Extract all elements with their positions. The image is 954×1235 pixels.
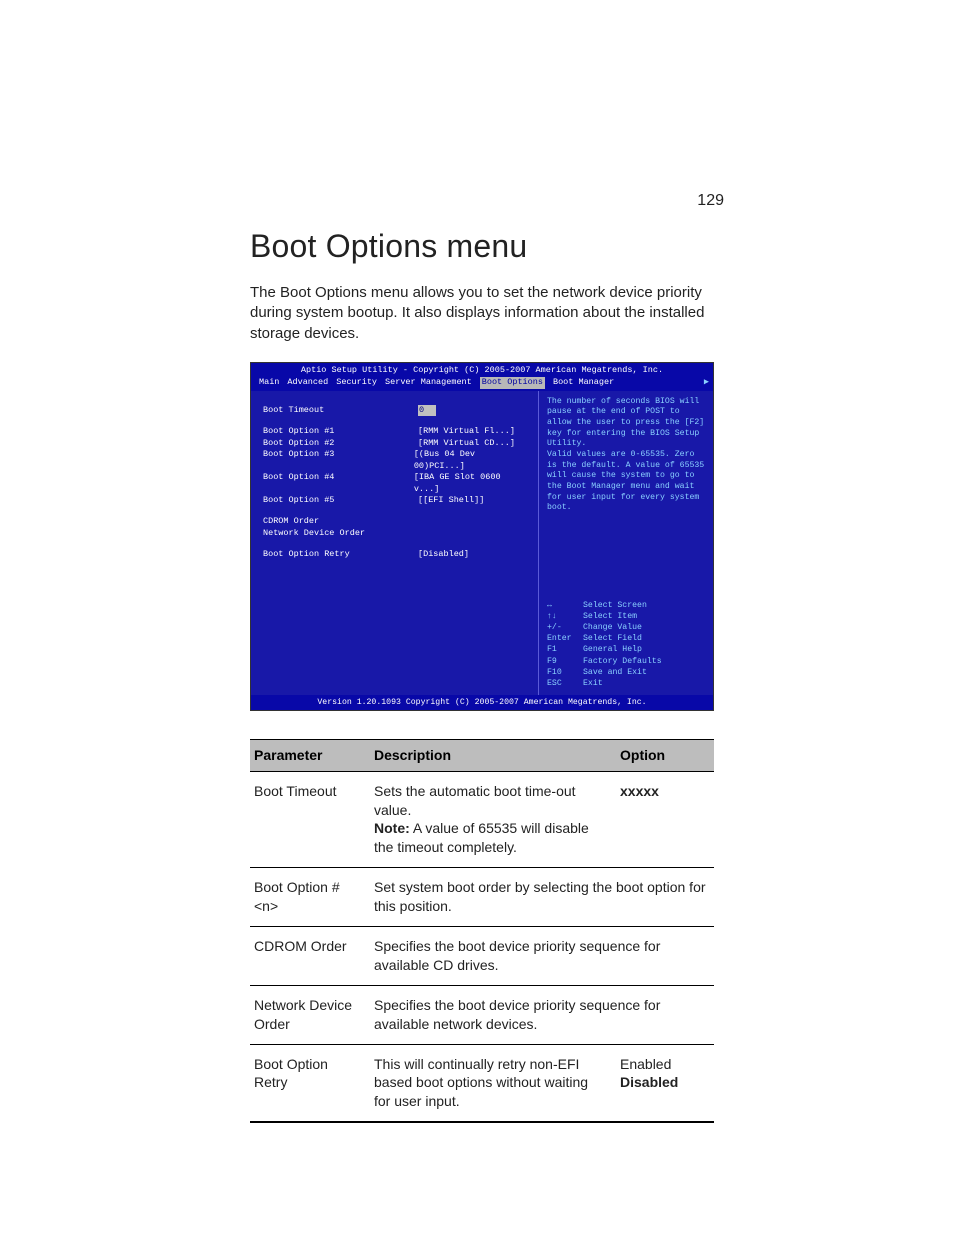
cell-param: Boot Option #<n> (250, 868, 370, 927)
bios-tab-boot-manager[interactable]: Boot Manager (553, 377, 614, 388)
bios-row-netdev[interactable]: Network Device Order (263, 528, 528, 539)
page-number: 129 (697, 192, 724, 210)
cell-param: CDROM Order (250, 926, 370, 985)
key-row: F1General Help (547, 644, 707, 655)
key-desc: Exit (583, 678, 603, 689)
bios-row-option-2[interactable]: Boot Option #2 [RMM Virtual CD...] (263, 438, 528, 449)
key-desc: Factory Defaults (583, 656, 662, 667)
cell-desc: Specifies the boot device priority seque… (370, 926, 714, 985)
cell-desc: Sets the automatic boot time-out value. … (370, 771, 616, 868)
key-desc: Select Screen (583, 600, 647, 611)
header-option: Option (616, 739, 714, 771)
bios-value: [IBA GE Slot 0600 v...] (414, 472, 528, 495)
key-row: EnterSelect Field (547, 633, 707, 644)
bios-value-selected[interactable]: 0 (418, 405, 436, 416)
note-label: Note: (374, 820, 410, 836)
key-row: ↑↓Select Item (547, 611, 707, 622)
key: ↑↓ (547, 611, 583, 622)
bios-label: Boot Option Retry (263, 549, 418, 560)
cell-option: xxxxx (616, 771, 714, 868)
bios-label: Boot Option #5 (263, 495, 418, 506)
bios-value: [(Bus 04 Dev 00)PCI...] (414, 449, 528, 472)
key: ↔ (547, 600, 583, 611)
desc-line: Sets the automatic boot time-out value. (374, 783, 576, 818)
key-desc: Select Item (583, 611, 637, 622)
bios-menubar: Main Advanced Security Server Management… (251, 377, 713, 390)
opt-value: xxxxx (620, 783, 659, 799)
bios-row-cdrom[interactable]: CDROM Order (263, 516, 528, 527)
key-row: ↔Select Screen (547, 600, 707, 611)
key-desc: Save and Exit (583, 667, 647, 678)
key: F1 (547, 644, 583, 655)
opt-value: Disabled (620, 1074, 678, 1090)
cell-param: Network Device Order (250, 985, 370, 1044)
key-desc: Select Field (583, 633, 642, 644)
bios-tab-advanced[interactable]: Advanced (287, 377, 328, 388)
bios-tab-boot-options[interactable]: Boot Options (480, 377, 545, 388)
bios-row-option-4[interactable]: Boot Option #4 [IBA GE Slot 0600 v...] (263, 472, 528, 495)
bios-row-retry[interactable]: Boot Option Retry [Disabled] (263, 549, 528, 560)
cell-param: Boot Option Retry (250, 1044, 370, 1122)
bios-key-legend: ↔Select Screen ↑↓Select Item +/-Change V… (547, 600, 707, 689)
key: ESC (547, 678, 583, 689)
table-row: Boot Option #<n> Set system boot order b… (250, 868, 714, 927)
header-parameter: Parameter (250, 739, 370, 771)
key-row: F10Save and Exit (547, 667, 707, 678)
bios-label: Boot Option #2 (263, 438, 418, 449)
bios-tab-main[interactable]: Main (259, 377, 279, 388)
key: F9 (547, 656, 583, 667)
bios-value: [[EFI Shell]] (418, 495, 484, 506)
bios-header: Aptio Setup Utility - Copyright (C) 2005… (251, 363, 713, 377)
bios-value: [RMM Virtual Fl...] (418, 426, 515, 437)
page: 129 Boot Options menu The Boot Options m… (0, 0, 954, 1235)
bios-screenshot: Aptio Setup Utility - Copyright (C) 2005… (250, 362, 714, 711)
bios-footer: Version 1.20.1093 Copyright (C) 2005-200… (251, 695, 713, 710)
bios-left-pane: Boot Timeout 0 Boot Option #1 [RMM Virtu… (251, 391, 538, 695)
header-description: Description (370, 739, 616, 771)
key-row: +/-Change Value (547, 622, 707, 633)
opt-value: Enabled (620, 1056, 671, 1072)
parameter-table: Parameter Description Option Boot Timeou… (250, 739, 714, 1123)
key-row: F9Factory Defaults (547, 656, 707, 667)
content-area: Boot Options menu The Boot Options menu … (250, 228, 714, 1123)
table-header-row: Parameter Description Option (250, 739, 714, 771)
bios-tab-security[interactable]: Security (336, 377, 377, 388)
key-desc: Change Value (583, 622, 642, 633)
bios-help-text: The number of seconds BIOS will pause at… (547, 397, 707, 514)
cell-desc: Specifies the boot device priority seque… (370, 985, 714, 1044)
bios-label: Boot Option #1 (263, 426, 418, 437)
cell-desc: Set system boot order by selecting the b… (370, 868, 714, 927)
bios-label: Boot Option #4 (263, 472, 414, 495)
bios-value: [Disabled] (418, 549, 469, 560)
bios-row-option-1[interactable]: Boot Option #1 [RMM Virtual Fl...] (263, 426, 528, 437)
cell-param: Boot Timeout (250, 771, 370, 868)
bios-row-timeout[interactable]: Boot Timeout 0 (263, 405, 528, 416)
key: Enter (547, 633, 583, 644)
bios-label: CDROM Order (263, 516, 418, 527)
page-title: Boot Options menu (250, 228, 714, 265)
table-row: Boot Timeout Sets the automatic boot tim… (250, 771, 714, 868)
key-row: ESCExit (547, 678, 707, 689)
bios-right-pane: The number of seconds BIOS will pause at… (538, 391, 713, 695)
intro-paragraph: The Boot Options menu allows you to set … (250, 283, 714, 344)
bios-label: Boot Option #3 (263, 449, 414, 472)
bios-label: Boot Timeout (263, 405, 418, 416)
bios-body: Boot Timeout 0 Boot Option #1 [RMM Virtu… (251, 391, 713, 695)
bios-tab-server-management[interactable]: Server Management (385, 377, 472, 388)
key: +/- (547, 622, 583, 633)
bios-value: [RMM Virtual CD...] (418, 438, 515, 449)
table-row: CDROM Order Specifies the boot device pr… (250, 926, 714, 985)
arrow-right-icon: ▶ (704, 377, 709, 388)
bios-label: Network Device Order (263, 528, 365, 539)
key-desc: General Help (583, 644, 642, 655)
table-row: Network Device Order Specifies the boot … (250, 985, 714, 1044)
table-row: Boot Option Retry This will continually … (250, 1044, 714, 1122)
key: F10 (547, 667, 583, 678)
cell-option: Enabled Disabled (616, 1044, 714, 1122)
cell-desc: This will continually retry non-EFI base… (370, 1044, 616, 1122)
bios-row-option-5[interactable]: Boot Option #5 [[EFI Shell]] (263, 495, 528, 506)
bios-row-option-3[interactable]: Boot Option #3 [(Bus 04 Dev 00)PCI...] (263, 449, 528, 472)
